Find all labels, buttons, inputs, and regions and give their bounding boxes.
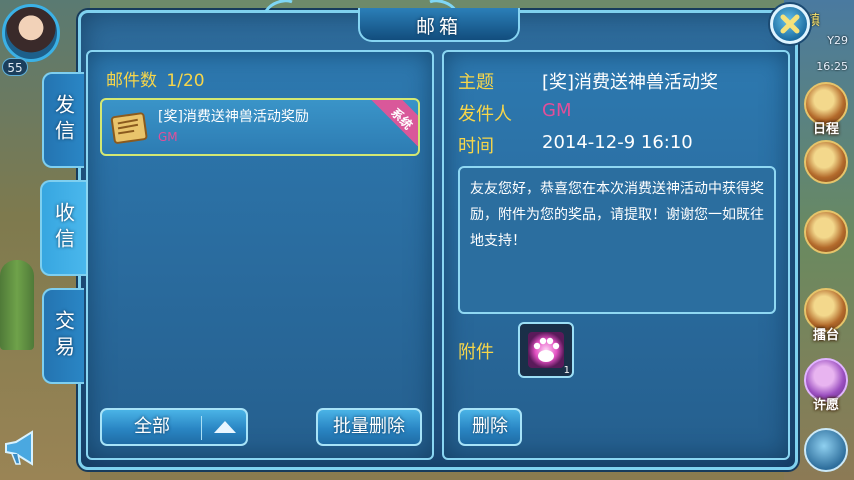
arena-label: 擂台 bbox=[812, 328, 839, 343]
delete-button[interactable]: 删除 bbox=[458, 408, 522, 446]
wish-label: 许愿 bbox=[812, 398, 839, 413]
mail-count-label: 邮件数 bbox=[106, 71, 157, 91]
list-item[interactable]: [奖]消费送神兽活动奖励 GM 系统 bbox=[100, 98, 420, 156]
close-icon bbox=[780, 14, 800, 34]
inbox-panel: 邮件数 1/20 [奖]消费送神兽活动奖励 GM 系统 全部 批量删除 bbox=[86, 50, 434, 460]
triangle-up-icon bbox=[214, 421, 236, 433]
attachment-label: 附件 bbox=[458, 342, 494, 363]
coordinate-readout: Y29 bbox=[827, 34, 848, 47]
megaphone-icon[interactable] bbox=[2, 428, 42, 468]
mail-sender: GM bbox=[158, 130, 178, 144]
letter-icon bbox=[110, 112, 148, 144]
attachment-count: 1 bbox=[563, 365, 570, 376]
tab-send[interactable]: 发信 bbox=[42, 72, 84, 168]
filter-label: 全部 bbox=[134, 416, 170, 437]
player-avatar[interactable] bbox=[2, 4, 60, 62]
button-divider bbox=[201, 416, 202, 440]
filter-dropdown-button[interactable]: 全部 bbox=[100, 408, 248, 446]
time-label: 时间 bbox=[458, 136, 494, 157]
close-button[interactable] bbox=[770, 4, 810, 44]
tab-trade[interactable]: 交易 bbox=[42, 288, 84, 384]
paw-icon bbox=[528, 332, 564, 368]
tab-inbox[interactable]: 收信 bbox=[40, 180, 86, 276]
subject-value: [奖]消费送神兽活动奖 bbox=[542, 72, 719, 93]
sender-value: GM bbox=[542, 100, 572, 121]
mail-count-value: 1/20 bbox=[166, 71, 205, 91]
cactus-decoration bbox=[0, 260, 34, 350]
subject-label: 主题 bbox=[458, 72, 494, 93]
event-button[interactable] bbox=[804, 140, 848, 184]
shop-button[interactable] bbox=[804, 210, 848, 254]
batch-delete-button[interactable]: 批量删除 bbox=[316, 408, 422, 446]
schedule-label: 日程 bbox=[812, 122, 839, 137]
mail-subject: [奖]消费送神兽活动奖励 bbox=[158, 109, 309, 125]
mail-detail-panel: 主题 [奖]消费送神兽活动奖 发件人 GM 时间 2014-12-9 16:10… bbox=[442, 50, 790, 460]
window-title: 邮箱 bbox=[415, 16, 462, 38]
time-value: 2014-12-9 16:10 bbox=[542, 132, 693, 153]
attachment-slot[interactable]: 1 bbox=[518, 322, 574, 378]
mail-body: 友友您好，恭喜您在本次消费送神活动中获得奖励，附件为您的奖品，请提取！谢谢您一如… bbox=[458, 166, 776, 314]
crossed-swords-button[interactable] bbox=[804, 428, 848, 472]
clock-readout: 16:25 bbox=[816, 60, 848, 73]
sender-label: 发件人 bbox=[458, 104, 512, 125]
player-level: 55 bbox=[2, 58, 28, 76]
mail-count: 邮件数 1/20 bbox=[106, 66, 205, 91]
